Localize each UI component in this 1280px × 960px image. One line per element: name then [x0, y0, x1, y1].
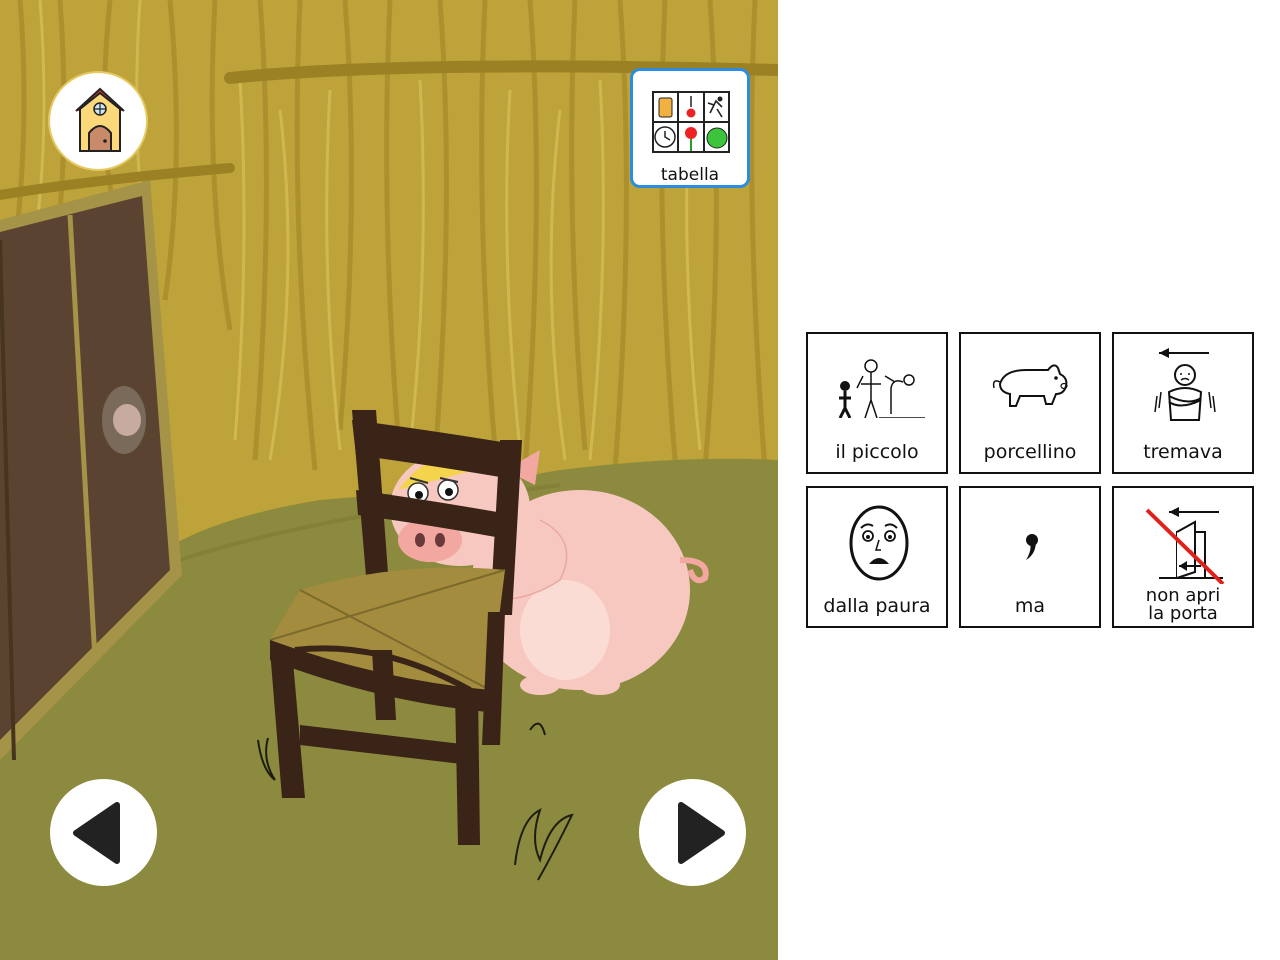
symbol-label: ma: [1014, 595, 1046, 617]
symbol-card-tremava[interactable]: tremava: [1112, 332, 1254, 474]
tabella-button[interactable]: tabella: [630, 68, 750, 188]
symbol-card-non-apri-la-porta[interactable]: non apri la porta: [1112, 486, 1254, 628]
house-icon: [75, 87, 125, 152]
symbol-card-il-piccolo[interactable]: il piccolo: [806, 332, 948, 474]
shivering-person-icon: [1154, 348, 1216, 421]
symbol-card-ma[interactable]: ma: [959, 486, 1101, 628]
symbol-label-line2: la porta: [1148, 603, 1218, 624]
home-button[interactable]: [48, 71, 148, 171]
pig-icon: [992, 364, 1068, 407]
scared-face-icon: [849, 505, 909, 581]
symbol-label: tremava: [1143, 441, 1223, 463]
symbol-label: il piccolo: [835, 441, 919, 463]
next-page-button[interactable]: [639, 779, 746, 886]
symbol-card-dalla-paura[interactable]: dalla paura: [806, 486, 948, 628]
not-open-door-icon: [1145, 507, 1225, 584]
symbol-label: porcellino: [983, 441, 1077, 463]
previous-page-button[interactable]: [50, 779, 157, 886]
triangle-right-icon: [678, 802, 725, 864]
tabella-label: tabella: [660, 165, 720, 185]
small-person-icon: [838, 359, 925, 418]
comma-icon: [1026, 534, 1038, 560]
triangle-left-icon: [73, 802, 120, 864]
symbol-label: dalla paura: [823, 595, 931, 617]
symbol-label: non apri la porta: [1114, 587, 1252, 623]
story-illustration: tabella: [0, 0, 778, 960]
symbol-board-icon: [652, 91, 730, 153]
symbol-card-porcellino[interactable]: porcellino: [959, 332, 1101, 474]
